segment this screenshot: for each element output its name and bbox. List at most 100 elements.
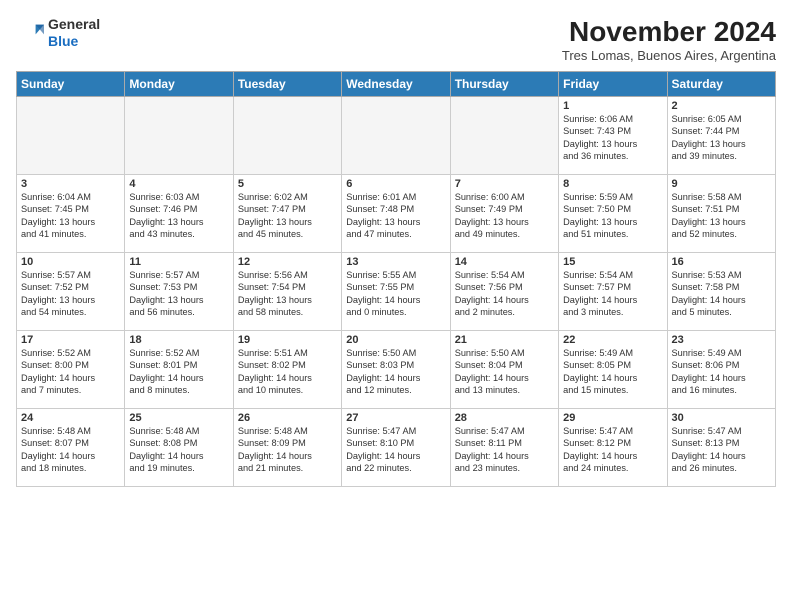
day-number: 27	[346, 412, 445, 424]
day-number: 22	[563, 334, 662, 346]
day-info: Sunrise: 5:52 AM Sunset: 8:01 PM Dayligh…	[129, 347, 228, 397]
calendar-cell	[450, 97, 558, 175]
logo-text: General Blue	[48, 16, 100, 50]
calendar-cell: 24Sunrise: 5:48 AM Sunset: 8:07 PM Dayli…	[17, 409, 125, 487]
calendar-cell: 17Sunrise: 5:52 AM Sunset: 8:00 PM Dayli…	[17, 331, 125, 409]
day-info: Sunrise: 5:54 AM Sunset: 7:57 PM Dayligh…	[563, 269, 662, 319]
calendar-cell: 27Sunrise: 5:47 AM Sunset: 8:10 PM Dayli…	[342, 409, 450, 487]
calendar-cell: 3Sunrise: 6:04 AM Sunset: 7:45 PM Daylig…	[17, 175, 125, 253]
day-info: Sunrise: 5:55 AM Sunset: 7:55 PM Dayligh…	[346, 269, 445, 319]
day-number: 5	[238, 178, 337, 190]
day-number: 12	[238, 256, 337, 268]
calendar-cell: 2Sunrise: 6:05 AM Sunset: 7:44 PM Daylig…	[667, 97, 775, 175]
day-number: 15	[563, 256, 662, 268]
day-info: Sunrise: 5:50 AM Sunset: 8:03 PM Dayligh…	[346, 347, 445, 397]
weekday-header-thursday: Thursday	[450, 72, 558, 97]
calendar-cell: 30Sunrise: 5:47 AM Sunset: 8:13 PM Dayli…	[667, 409, 775, 487]
calendar-cell: 5Sunrise: 6:02 AM Sunset: 7:47 PM Daylig…	[233, 175, 341, 253]
logo-blue: Blue	[48, 33, 78, 49]
day-info: Sunrise: 5:47 AM Sunset: 8:11 PM Dayligh…	[455, 425, 554, 475]
day-number: 14	[455, 256, 554, 268]
calendar-cell: 6Sunrise: 6:01 AM Sunset: 7:48 PM Daylig…	[342, 175, 450, 253]
title-block: November 2024 Tres Lomas, Buenos Aires, …	[562, 16, 776, 63]
day-info: Sunrise: 5:49 AM Sunset: 8:06 PM Dayligh…	[672, 347, 771, 397]
calendar-cell: 15Sunrise: 5:54 AM Sunset: 7:57 PM Dayli…	[559, 253, 667, 331]
day-number: 17	[21, 334, 120, 346]
calendar-cell: 25Sunrise: 5:48 AM Sunset: 8:08 PM Dayli…	[125, 409, 233, 487]
day-info: Sunrise: 5:49 AM Sunset: 8:05 PM Dayligh…	[563, 347, 662, 397]
day-number: 28	[455, 412, 554, 424]
calendar-cell: 28Sunrise: 5:47 AM Sunset: 8:11 PM Dayli…	[450, 409, 558, 487]
day-number: 19	[238, 334, 337, 346]
day-info: Sunrise: 5:47 AM Sunset: 8:12 PM Dayligh…	[563, 425, 662, 475]
day-info: Sunrise: 5:50 AM Sunset: 8:04 PM Dayligh…	[455, 347, 554, 397]
calendar-week-row: 24Sunrise: 5:48 AM Sunset: 8:07 PM Dayli…	[17, 409, 776, 487]
day-info: Sunrise: 6:06 AM Sunset: 7:43 PM Dayligh…	[563, 113, 662, 163]
calendar-cell: 20Sunrise: 5:50 AM Sunset: 8:03 PM Dayli…	[342, 331, 450, 409]
calendar-cell: 29Sunrise: 5:47 AM Sunset: 8:12 PM Dayli…	[559, 409, 667, 487]
month-title: November 2024	[562, 16, 776, 48]
day-number: 4	[129, 178, 228, 190]
day-info: Sunrise: 5:53 AM Sunset: 7:58 PM Dayligh…	[672, 269, 771, 319]
calendar-cell	[125, 97, 233, 175]
calendar-cell: 21Sunrise: 5:50 AM Sunset: 8:04 PM Dayli…	[450, 331, 558, 409]
day-number: 11	[129, 256, 228, 268]
day-info: Sunrise: 5:58 AM Sunset: 7:51 PM Dayligh…	[672, 191, 771, 241]
page-header: General Blue November 2024 Tres Lomas, B…	[16, 16, 776, 63]
logo-general: General	[48, 16, 100, 32]
location-subtitle: Tres Lomas, Buenos Aires, Argentina	[562, 48, 776, 63]
day-info: Sunrise: 5:48 AM Sunset: 8:07 PM Dayligh…	[21, 425, 120, 475]
calendar-cell: 10Sunrise: 5:57 AM Sunset: 7:52 PM Dayli…	[17, 253, 125, 331]
day-info: Sunrise: 5:48 AM Sunset: 8:09 PM Dayligh…	[238, 425, 337, 475]
calendar-cell: 22Sunrise: 5:49 AM Sunset: 8:05 PM Dayli…	[559, 331, 667, 409]
calendar-cell: 11Sunrise: 5:57 AM Sunset: 7:53 PM Dayli…	[125, 253, 233, 331]
calendar-cell: 1Sunrise: 6:06 AM Sunset: 7:43 PM Daylig…	[559, 97, 667, 175]
day-info: Sunrise: 5:51 AM Sunset: 8:02 PM Dayligh…	[238, 347, 337, 397]
calendar-cell: 23Sunrise: 5:49 AM Sunset: 8:06 PM Dayli…	[667, 331, 775, 409]
calendar-cell: 12Sunrise: 5:56 AM Sunset: 7:54 PM Dayli…	[233, 253, 341, 331]
day-info: Sunrise: 6:00 AM Sunset: 7:49 PM Dayligh…	[455, 191, 554, 241]
day-info: Sunrise: 5:47 AM Sunset: 8:10 PM Dayligh…	[346, 425, 445, 475]
day-info: Sunrise: 5:57 AM Sunset: 7:53 PM Dayligh…	[129, 269, 228, 319]
day-number: 10	[21, 256, 120, 268]
day-info: Sunrise: 6:05 AM Sunset: 7:44 PM Dayligh…	[672, 113, 771, 163]
calendar-cell: 14Sunrise: 5:54 AM Sunset: 7:56 PM Dayli…	[450, 253, 558, 331]
calendar-cell: 13Sunrise: 5:55 AM Sunset: 7:55 PM Dayli…	[342, 253, 450, 331]
calendar-cell: 19Sunrise: 5:51 AM Sunset: 8:02 PM Dayli…	[233, 331, 341, 409]
day-number: 26	[238, 412, 337, 424]
weekday-header-row: SundayMondayTuesdayWednesdayThursdayFrid…	[17, 72, 776, 97]
calendar-week-row: 10Sunrise: 5:57 AM Sunset: 7:52 PM Dayli…	[17, 253, 776, 331]
day-info: Sunrise: 5:59 AM Sunset: 7:50 PM Dayligh…	[563, 191, 662, 241]
day-info: Sunrise: 5:57 AM Sunset: 7:52 PM Dayligh…	[21, 269, 120, 319]
day-info: Sunrise: 6:04 AM Sunset: 7:45 PM Dayligh…	[21, 191, 120, 241]
day-info: Sunrise: 5:47 AM Sunset: 8:13 PM Dayligh…	[672, 425, 771, 475]
day-number: 8	[563, 178, 662, 190]
calendar-cell	[233, 97, 341, 175]
page-container: General Blue November 2024 Tres Lomas, B…	[0, 0, 792, 612]
calendar-cell: 18Sunrise: 5:52 AM Sunset: 8:01 PM Dayli…	[125, 331, 233, 409]
calendar-cell: 8Sunrise: 5:59 AM Sunset: 7:50 PM Daylig…	[559, 175, 667, 253]
day-info: Sunrise: 5:56 AM Sunset: 7:54 PM Dayligh…	[238, 269, 337, 319]
calendar-cell	[342, 97, 450, 175]
calendar-week-row: 17Sunrise: 5:52 AM Sunset: 8:00 PM Dayli…	[17, 331, 776, 409]
calendar-cell: 26Sunrise: 5:48 AM Sunset: 8:09 PM Dayli…	[233, 409, 341, 487]
day-info: Sunrise: 6:02 AM Sunset: 7:47 PM Dayligh…	[238, 191, 337, 241]
day-number: 1	[563, 100, 662, 112]
weekday-header-monday: Monday	[125, 72, 233, 97]
calendar-cell	[17, 97, 125, 175]
day-number: 25	[129, 412, 228, 424]
day-number: 24	[21, 412, 120, 424]
day-info: Sunrise: 6:03 AM Sunset: 7:46 PM Dayligh…	[129, 191, 228, 241]
day-info: Sunrise: 5:48 AM Sunset: 8:08 PM Dayligh…	[129, 425, 228, 475]
day-number: 7	[455, 178, 554, 190]
weekday-header-saturday: Saturday	[667, 72, 775, 97]
day-number: 6	[346, 178, 445, 190]
day-number: 23	[672, 334, 771, 346]
calendar-cell: 16Sunrise: 5:53 AM Sunset: 7:58 PM Dayli…	[667, 253, 775, 331]
day-number: 9	[672, 178, 771, 190]
calendar-table: SundayMondayTuesdayWednesdayThursdayFrid…	[16, 71, 776, 487]
day-number: 3	[21, 178, 120, 190]
calendar-cell: 7Sunrise: 6:00 AM Sunset: 7:49 PM Daylig…	[450, 175, 558, 253]
day-info: Sunrise: 6:01 AM Sunset: 7:48 PM Dayligh…	[346, 191, 445, 241]
day-number: 30	[672, 412, 771, 424]
